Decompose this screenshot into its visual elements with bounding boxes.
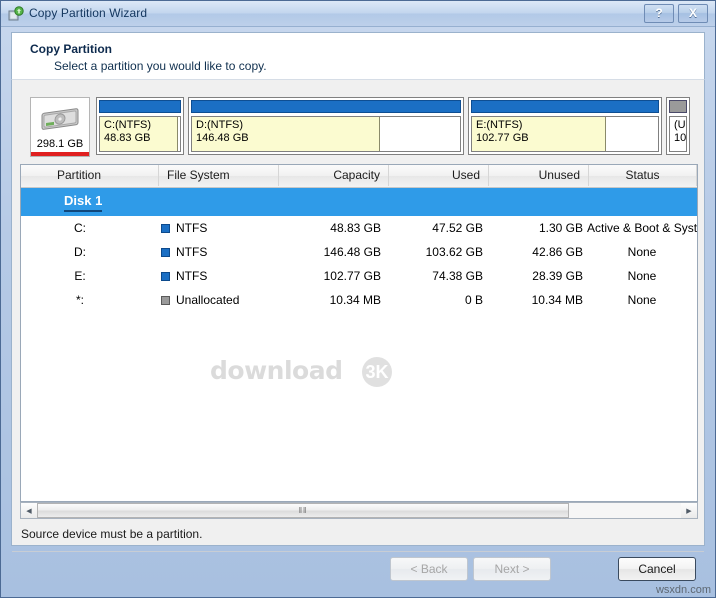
disk-capacity-label: 298.1 GB (36, 138, 84, 150)
cell-file-system: NTFS (161, 264, 279, 288)
page-title: Copy Partition (30, 42, 113, 56)
title-bar: Copy Partition Wizard ? X (1, 1, 715, 27)
cell-unused: 42.86 GB (532, 245, 583, 259)
partition-block-size: 48.83 GB (104, 132, 151, 144)
table-row[interactable]: D: NTFS 146.48 GB 103.62 GB 42.86 GB Non… (21, 240, 697, 264)
partition-block-body: D:(NTFS) 146.48 GB (191, 116, 461, 152)
filesystem-color-swatch (161, 224, 170, 233)
cell-partition: C: (74, 221, 86, 235)
cell-status: None (627, 293, 657, 307)
partition-block-size: 10. (674, 132, 687, 144)
help-button[interactable]: ? (644, 4, 674, 23)
partition-block-size: 146.48 GB (196, 132, 249, 144)
partition-block-label: C:(NTFS) 48.83 GB (104, 119, 151, 145)
page-subtitle: Select a partition you would like to cop… (54, 59, 267, 73)
status-message: Source device must be a partition. (21, 527, 203, 541)
close-button[interactable]: X (678, 4, 708, 23)
back-button[interactable]: < Back (390, 557, 468, 581)
column-header-used[interactable]: Used (389, 165, 489, 186)
partition-block-header (669, 100, 687, 113)
cell-status: None (627, 245, 657, 259)
cell-capacity: 146.48 GB (323, 245, 381, 259)
wizard-header: Copy Partition Select a partition you wo… (11, 32, 705, 79)
partition-block-label: D:(NTFS) 146.48 GB (196, 119, 249, 145)
partition-block-unallocated[interactable]: (Un 10. (666, 97, 690, 155)
cell-status: None (627, 269, 657, 283)
column-header-file-system[interactable]: File System (159, 165, 279, 186)
partition-block-body: E:(NTFS) 102.77 GB (471, 116, 659, 152)
scrollbar-track[interactable]: ‖‖ (37, 503, 681, 518)
filesystem-color-swatch (161, 272, 170, 281)
disk-map: 298.1 GB C:(NTFS) 48.83 GB D:(NTFS) 146.… (30, 97, 690, 157)
partition-block-header (191, 100, 461, 113)
cell-status: Active & Boot & System (587, 221, 697, 235)
cell-capacity: 102.77 GB (323, 269, 381, 283)
site-watermark: wsxdn.com (655, 584, 711, 596)
partition-block-body: (Un 10. (669, 116, 687, 152)
partition-block-name: D:(NTFS) (196, 119, 244, 131)
cell-file-system: NTFS (161, 240, 279, 264)
partition-block-d[interactable]: D:(NTFS) 146.48 GB (188, 97, 464, 155)
partition-block-name: E:(NTFS) (476, 119, 523, 131)
dialog-window: Copy Partition Wizard ? X Copy Partition… (0, 0, 716, 598)
hard-disk-icon (39, 108, 83, 134)
cell-capacity: 10.34 MB (329, 293, 381, 307)
partition-block-c[interactable]: C:(NTFS) 48.83 GB (96, 97, 184, 155)
scroll-right-arrow-icon[interactable]: ▶ (681, 503, 697, 518)
partition-table: Partition File System Capacity Used Unus… (20, 164, 698, 502)
cell-file-system-label: NTFS (176, 269, 208, 283)
cell-capacity: 48.83 GB (330, 221, 381, 235)
partition-block-size: 102.77 GB (476, 132, 529, 144)
partition-block-e[interactable]: E:(NTFS) 102.77 GB (468, 97, 662, 155)
cell-partition: D: (74, 245, 86, 259)
partition-block-header (471, 100, 659, 113)
table-header-row: Partition File System Capacity Used Unus… (21, 165, 697, 188)
cell-used: 74.38 GB (432, 269, 483, 283)
partition-block-label: E:(NTFS) 102.77 GB (476, 119, 529, 145)
column-header-unused[interactable]: Unused (489, 165, 589, 186)
scrollbar-thumb[interactable]: ‖‖ (37, 503, 569, 518)
cancel-button[interactable]: Cancel (618, 557, 696, 581)
cell-file-system-label: NTFS (176, 221, 208, 235)
content-panel: 298.1 GB C:(NTFS) 48.83 GB D:(NTFS) 146.… (11, 79, 705, 552)
column-header-partition[interactable]: Partition (49, 165, 159, 186)
cell-used: 103.62 GB (425, 245, 483, 259)
partition-block-name: C:(NTFS) (104, 119, 152, 131)
cell-file-system: Unallocated (161, 288, 279, 312)
cell-partition: E: (74, 269, 86, 283)
cell-unused: 1.30 GB (538, 221, 583, 235)
table-row[interactable]: E: NTFS 102.77 GB 74.38 GB 28.39 GB None (21, 264, 697, 288)
partition-block-header (99, 100, 181, 113)
disk-selection-underline (31, 152, 89, 156)
disk-group-label: Disk 1 (64, 193, 103, 212)
column-header-capacity[interactable]: Capacity (279, 165, 389, 186)
disk-summary-box[interactable]: 298.1 GB (30, 97, 90, 157)
partition-block-body: C:(NTFS) 48.83 GB (99, 116, 181, 152)
window-title: Copy Partition Wizard (29, 6, 148, 20)
scroll-left-arrow-icon[interactable]: ◀ (21, 503, 37, 518)
app-partition-icon (8, 6, 24, 22)
cell-file-system-label: Unallocated (176, 293, 240, 307)
cell-used: 47.52 GB (432, 221, 483, 235)
partition-block-name: (Un (674, 119, 686, 131)
footer-bar: < Back Next > Cancel (11, 546, 705, 588)
cell-file-system-label: NTFS (176, 245, 208, 259)
cell-unused: 28.39 GB (532, 269, 583, 283)
filesystem-color-swatch (161, 296, 170, 305)
table-row-disk-group[interactable]: Disk 1 (21, 188, 697, 216)
cell-partition: *: (75, 293, 84, 307)
column-header-status[interactable]: Status (589, 165, 697, 186)
horizontal-scrollbar[interactable]: ◀ ‖‖ ▶ (20, 502, 698, 519)
partition-block-label: (Un 10. (674, 119, 687, 145)
table-row[interactable]: *: Unallocated 10.34 MB 0 B 10.34 MB Non… (21, 288, 697, 312)
cell-file-system: NTFS (161, 216, 279, 240)
cell-used: 0 B (464, 293, 483, 307)
filesystem-color-swatch (161, 248, 170, 257)
table-row[interactable]: C: NTFS 48.83 GB 47.52 GB 1.30 GB Active… (21, 216, 697, 240)
next-button[interactable]: Next > (473, 557, 551, 581)
cell-unused: 10.34 MB (531, 293, 583, 307)
